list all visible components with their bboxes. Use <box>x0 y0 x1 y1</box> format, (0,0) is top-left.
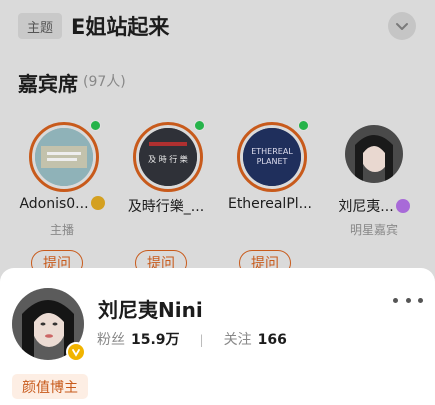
guest-role: 主播 <box>49 223 74 237</box>
topic-title: E姐站起来 <box>71 15 170 39</box>
follow-count[interactable]: 166 <box>258 332 287 348</box>
collapse-button[interactable] <box>388 12 416 40</box>
guest-card[interactable]: 及 時 行 樂 及時行樂_... 提问 <box>118 118 214 278</box>
purple-star-icon <box>395 199 410 213</box>
topic-tag: 主题 <box>18 13 62 39</box>
online-indicator <box>298 120 309 131</box>
avatar[interactable] <box>345 125 403 183</box>
avatar[interactable] <box>29 122 99 192</box>
guest-card[interactable]: ETHEREAL PLANET EtherealPl... 提问 <box>222 118 318 278</box>
follow-label: 关注 <box>223 332 252 348</box>
profile-stats: 粉丝 15.9万 | 关注 166 <box>97 329 287 349</box>
profile-sheet: 刘尼夷Nini 粉丝 15.9万 | 关注 166 颜值博主 <box>0 268 435 405</box>
profile-tag[interactable]: 颜值博主 <box>12 374 88 399</box>
svg-text:PLANET: PLANET <box>257 157 288 166</box>
avatar-image: 及 時 行 樂 <box>139 128 197 186</box>
avatar[interactable]: ETHEREAL PLANET <box>237 122 307 192</box>
svg-text:ETHEREAL: ETHEREAL <box>251 147 293 156</box>
avatar[interactable]: 及 時 行 樂 <box>133 122 203 192</box>
online-indicator <box>194 120 205 131</box>
fans-count[interactable]: 15.9万 <box>131 329 180 349</box>
guest-name: 刘尼夷... <box>338 199 394 215</box>
gold-v-icon <box>90 196 105 210</box>
svg-text:及 時 行 樂: 及 時 行 樂 <box>148 154 188 164</box>
guest-card[interactable]: 刘尼夷... 明星嘉宾 <box>326 118 422 278</box>
guest-name-wrap: Adonis0... <box>14 196 110 212</box>
guest-name: Adonis0... <box>19 196 89 212</box>
guest-name-wrap: 刘尼夷... <box>326 196 422 216</box>
guests-section-title: 嘉宾席 <box>18 72 78 96</box>
verified-icon <box>66 342 86 362</box>
avatar-image <box>35 128 93 186</box>
chevron-down-icon <box>396 23 408 30</box>
avatar-image <box>345 125 403 183</box>
guest-name: EtherealPl... <box>227 196 313 212</box>
profile-name: 刘尼夷Nini <box>98 298 203 322</box>
more-options-icon[interactable] <box>393 298 423 308</box>
fans-label: 粉丝 <box>97 332 125 348</box>
guests-count: (97人) <box>83 74 126 90</box>
avatar-image: ETHEREAL PLANET <box>243 128 301 186</box>
stats-divider: | <box>199 333 204 347</box>
guest-name: 及時行樂_... <box>127 199 205 215</box>
guest-card[interactable]: Adonis0... 主播 提问 <box>14 118 110 278</box>
guest-role: 明星嘉宾 <box>349 223 398 237</box>
online-indicator <box>90 120 101 131</box>
